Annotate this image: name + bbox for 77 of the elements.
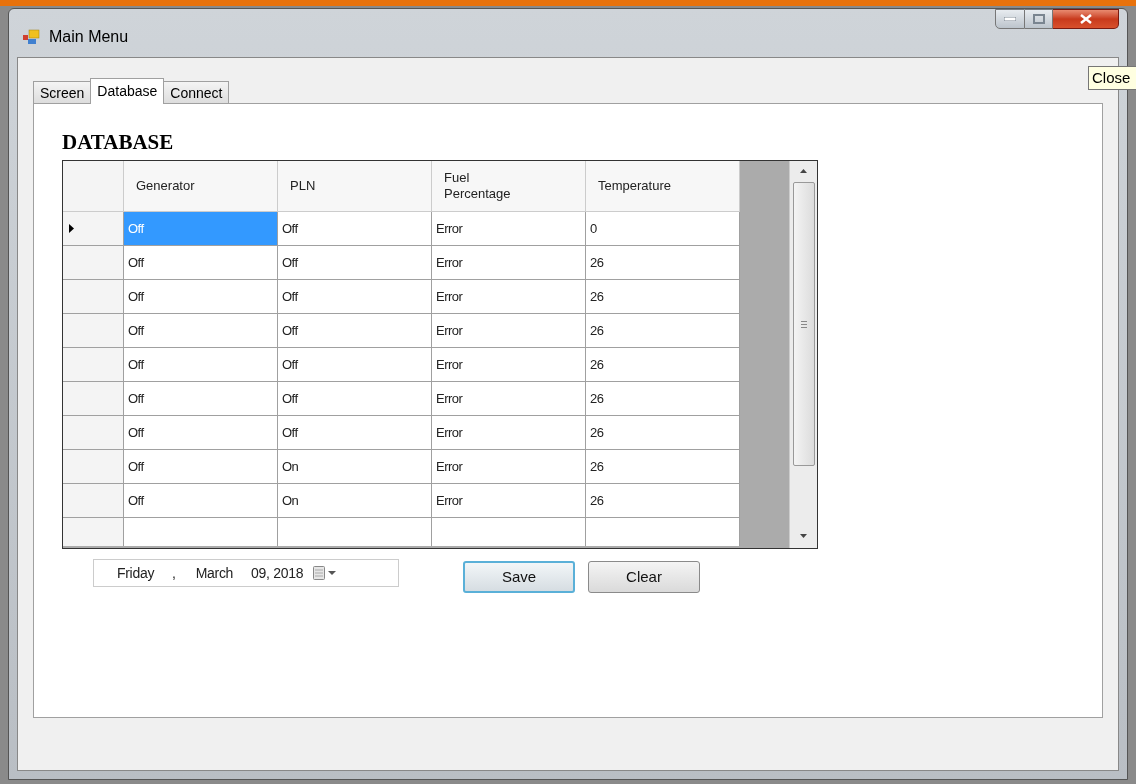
maximize-button[interactable] [1025,9,1053,29]
table-cell[interactable]: Off [278,246,432,280]
column-header[interactable]: PLN [278,161,432,212]
table-cell[interactable]: Off [124,280,278,314]
tab[interactable]: Database [90,78,165,104]
row-header[interactable] [63,382,124,416]
table-cell[interactable]: 26 [586,416,740,450]
table-cell[interactable]: On [278,450,432,484]
grip-icon [800,320,807,328]
row-header[interactable] [63,348,124,382]
table-cell[interactable]: Error [432,212,586,246]
close-button[interactable] [1053,9,1119,29]
weekday-text: Friday [117,563,155,583]
table-cell[interactable]: Off [124,314,278,348]
app-icon [23,29,41,45]
table-cell[interactable]: Error [432,280,586,314]
table-cell[interactable]: Error [432,314,586,348]
scroll-up-icon [800,169,807,173]
table-cell[interactable]: 26 [586,450,740,484]
table-cell[interactable] [278,518,432,546]
table-cell[interactable] [586,518,740,546]
table-cell[interactable]: Off [124,246,278,280]
table-cell[interactable]: 26 [586,348,740,382]
separator-text: , [172,563,176,583]
column-header[interactable]: Temperature [586,161,740,212]
column-header[interactable]: Fuel Percentage [432,161,586,212]
tooltip: Close [1088,66,1136,90]
corner-header [63,161,124,212]
table-cell[interactable]: On [278,484,432,518]
table-cell[interactable]: Off [278,382,432,416]
row-header[interactable] [63,484,124,518]
table-cell[interactable]: Off [124,484,278,518]
close-icon [1079,14,1092,24]
row-header[interactable] [63,212,124,246]
table-cell[interactable]: Off [278,280,432,314]
column-header[interactable]: Generator [124,161,278,212]
vertical-scrollbar[interactable] [789,161,817,548]
save-button[interactable]: Save [463,561,575,593]
scroll-thumb[interactable] [792,182,815,466]
row-header[interactable] [63,246,124,280]
row-header[interactable] [63,280,124,314]
table-cell[interactable]: Off [124,416,278,450]
row-header[interactable] [63,314,124,348]
minimize-icon [1004,17,1016,21]
scroll-down-icon [800,534,807,538]
table-cell[interactable]: Error [432,246,586,280]
table-cell[interactable]: 26 [586,280,740,314]
table-cell[interactable]: Error [432,416,586,450]
table-cell[interactable]: Error [432,382,586,416]
date-picker[interactable]: Friday , March 09, 2018 [93,559,399,587]
table-cell[interactable]: Off [124,348,278,382]
table-cell[interactable]: Error [432,348,586,382]
table-cell[interactable]: Off [278,314,432,348]
window-title: Main Menu [49,27,129,47]
table-cell[interactable]: Off [124,382,278,416]
row-header[interactable] [63,416,124,450]
table-cell[interactable]: Off [124,450,278,484]
table-cell[interactable]: 0 [586,212,740,246]
table-cell[interactable]: Off [278,416,432,450]
clear-button[interactable]: Clear [588,561,700,593]
table-cell[interactable]: 26 [586,246,740,280]
month-text: March [195,563,234,583]
table-cell[interactable]: 26 [586,382,740,416]
maximize-icon [1032,14,1045,24]
minimize-button[interactable] [995,9,1025,29]
date-text: 09, 2018 [251,563,304,583]
row-header[interactable] [63,450,124,484]
table-cell[interactable]: 26 [586,484,740,518]
table-cell[interactable]: 26 [586,314,740,348]
table-cell[interactable] [432,518,586,546]
table-cell[interactable] [124,518,278,546]
table-cell[interactable]: Error [432,450,586,484]
tab[interactable]: Screen [33,81,92,104]
table-cell[interactable]: Error [432,484,586,518]
table-cell[interactable]: Off [278,212,432,246]
section-heading: DATABASE [62,130,175,154]
table-cell[interactable]: Off [278,348,432,382]
